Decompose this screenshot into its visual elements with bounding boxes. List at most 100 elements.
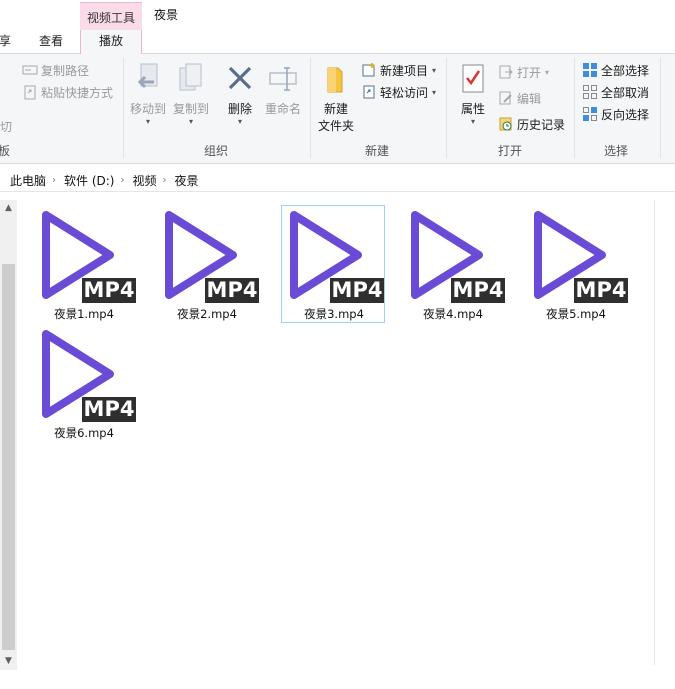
video-tools-context-group: 视频工具 <box>80 2 142 30</box>
open-label: 打开 <box>517 65 542 80</box>
easy-access-icon <box>363 85 375 99</box>
new-item-icon <box>362 63 375 77</box>
tab-share[interactable]: 享 <box>0 30 12 54</box>
chevron-down-icon: ▾ <box>145 117 150 126</box>
copy-path-icon <box>22 65 38 75</box>
select-all-label: 全部选择 <box>601 63 650 78</box>
video-thumbnail: MP4 <box>286 207 384 303</box>
chevron-right-icon[interactable]: › <box>120 175 124 186</box>
tab-view[interactable]: 查看 <box>30 30 72 54</box>
file-name: 夜景5.mp4 <box>546 307 606 321</box>
chevron-right-icon[interactable]: › <box>52 175 56 186</box>
chevron-right-icon[interactable]: › <box>163 175 167 186</box>
copy-path-label: 复制路径 <box>41 63 90 78</box>
invert-selection-button[interactable]: 反向选择 <box>582 104 649 124</box>
edit-label: 编辑 <box>517 91 542 106</box>
mp4-badge: MP4 <box>82 278 136 303</box>
select-none-button[interactable]: 全部取消 <box>582 82 649 102</box>
properties-label: 属性 <box>460 102 485 116</box>
select-none-icon <box>583 85 597 99</box>
address-bar[interactable]: 此电脑 › 软件 (D:) › 视频 › 夜景 <box>0 168 675 192</box>
delete-button[interactable]: 删除 ▾ <box>224 62 256 126</box>
scroll-up-arrow-icon[interactable]: ▲ <box>0 200 17 217</box>
invert-selection-icon <box>583 107 597 121</box>
new-item-button[interactable]: 新建项目 ▾ <box>361 60 436 80</box>
video-thumbnail: MP4 <box>530 207 628 303</box>
select-group-label: 选择 <box>604 144 629 158</box>
title-bar: 视频工具 夜景 <box>0 0 675 30</box>
clipboard-group-label: 板 <box>0 144 11 158</box>
paste-shortcut-button[interactable]: 粘贴快捷方式 <box>22 82 113 102</box>
breadcrumb-item[interactable]: 夜景 <box>175 172 199 189</box>
file-item[interactable]: MP4 夜景6.mp4 <box>32 324 136 442</box>
history-icon <box>499 117 512 131</box>
move-to-button[interactable]: 移动到 ▾ <box>129 62 167 126</box>
file-name: 夜景1.mp4 <box>54 307 114 321</box>
delete-label: 删除 <box>227 102 252 116</box>
move-to-label: 移动到 <box>129 102 166 116</box>
file-item[interactable]: MP4 夜景4.mp4 <box>401 205 505 323</box>
rename-icon <box>269 67 297 91</box>
tab-label: 播放 <box>98 34 123 48</box>
mp4-badge: MP4 <box>82 397 136 422</box>
pane-divider <box>654 200 655 665</box>
video-thumbnail: MP4 <box>407 207 505 303</box>
file-item[interactable]: MP4 夜景1.mp4 <box>32 205 136 323</box>
tab-play[interactable]: 播放 <box>80 30 142 55</box>
properties-button[interactable]: 属性 ▾ <box>454 62 492 126</box>
file-name: 夜景2.mp4 <box>177 307 237 321</box>
open-button[interactable]: 打开 ▾ <box>498 62 549 82</box>
edit-button[interactable]: 编辑 <box>498 88 541 108</box>
open-icon <box>499 65 513 79</box>
paste-shortcut-icon <box>24 85 36 100</box>
mp4-badge: MP4 <box>574 278 628 303</box>
copy-to-icon <box>179 63 202 91</box>
new-folder-button[interactable]: 新建 文件夹 <box>316 62 356 134</box>
scrollbar-thumb[interactable] <box>2 264 15 650</box>
copy-path-button[interactable]: 复制路径 <box>22 60 89 80</box>
history-label: 历史记录 <box>517 117 566 132</box>
tab-label: 查看 <box>38 34 63 48</box>
rename-button[interactable]: 重命名 <box>262 62 304 117</box>
ribbon: 复制路径 粘贴快捷方式 剪切 板 移动到 ▾ 复制到 ▾ 删除 ▾ 重命名 组织… <box>0 54 675 164</box>
breadcrumb-item[interactable]: 此电脑 <box>10 172 46 189</box>
history-button[interactable]: 历史记录 <box>498 114 565 134</box>
properties-icon <box>462 64 484 93</box>
context-group-label: 视频工具 <box>86 11 135 25</box>
vertical-scrollbar[interactable]: ▲ ▼ <box>0 200 17 670</box>
open-group-label: 打开 <box>498 144 523 158</box>
chevron-down-icon: ▾ <box>470 117 475 126</box>
breadcrumb: 此电脑 › 软件 (D:) › 视频 › 夜景 <box>10 172 205 189</box>
delete-icon <box>228 66 252 90</box>
tab-label: 享 <box>0 34 11 48</box>
chevron-down-icon: ▾ <box>545 67 550 77</box>
breadcrumb-item[interactable]: 视频 <box>132 172 156 189</box>
group-separator <box>660 58 661 158</box>
chevron-down-icon: ▾ <box>432 65 437 75</box>
file-name: 夜景4.mp4 <box>423 307 483 321</box>
new-folder-icon <box>327 67 343 93</box>
file-item[interactable]: MP4 夜景2.mp4 <box>155 205 259 323</box>
scroll-down-arrow-icon[interactable]: ▼ <box>0 653 17 670</box>
video-thumbnail: MP4 <box>161 207 259 303</box>
cut-button[interactable]: 剪切 <box>0 116 12 136</box>
file-name: 夜景6.mp4 <box>54 426 114 440</box>
file-item[interactable]: MP4 夜景5.mp4 <box>524 205 628 323</box>
new-item-label: 新建项目 <box>380 63 429 78</box>
copy-to-button[interactable]: 复制到 ▾ <box>172 62 210 126</box>
mp4-badge: MP4 <box>330 278 384 303</box>
group-separator <box>446 58 447 158</box>
easy-access-button[interactable]: 轻松访问 ▾ <box>361 82 436 102</box>
group-separator <box>574 58 575 158</box>
file-item-selected[interactable]: MP4 夜景3.mp4 <box>281 205 385 323</box>
invert-selection-label: 反向选择 <box>601 107 650 122</box>
chevron-down-icon: ▾ <box>237 117 242 126</box>
select-all-button[interactable]: 全部选择 <box>582 60 649 80</box>
cut-label: 剪切 <box>0 119 13 134</box>
breadcrumb-item[interactable]: 软件 (D:) <box>64 172 114 189</box>
paste-shortcut-label: 粘贴快捷方式 <box>41 85 114 100</box>
chevron-down-icon: ▾ <box>188 117 193 126</box>
group-separator <box>310 58 311 158</box>
rename-label: 重命名 <box>264 102 301 116</box>
window-title: 夜景 <box>154 8 179 22</box>
